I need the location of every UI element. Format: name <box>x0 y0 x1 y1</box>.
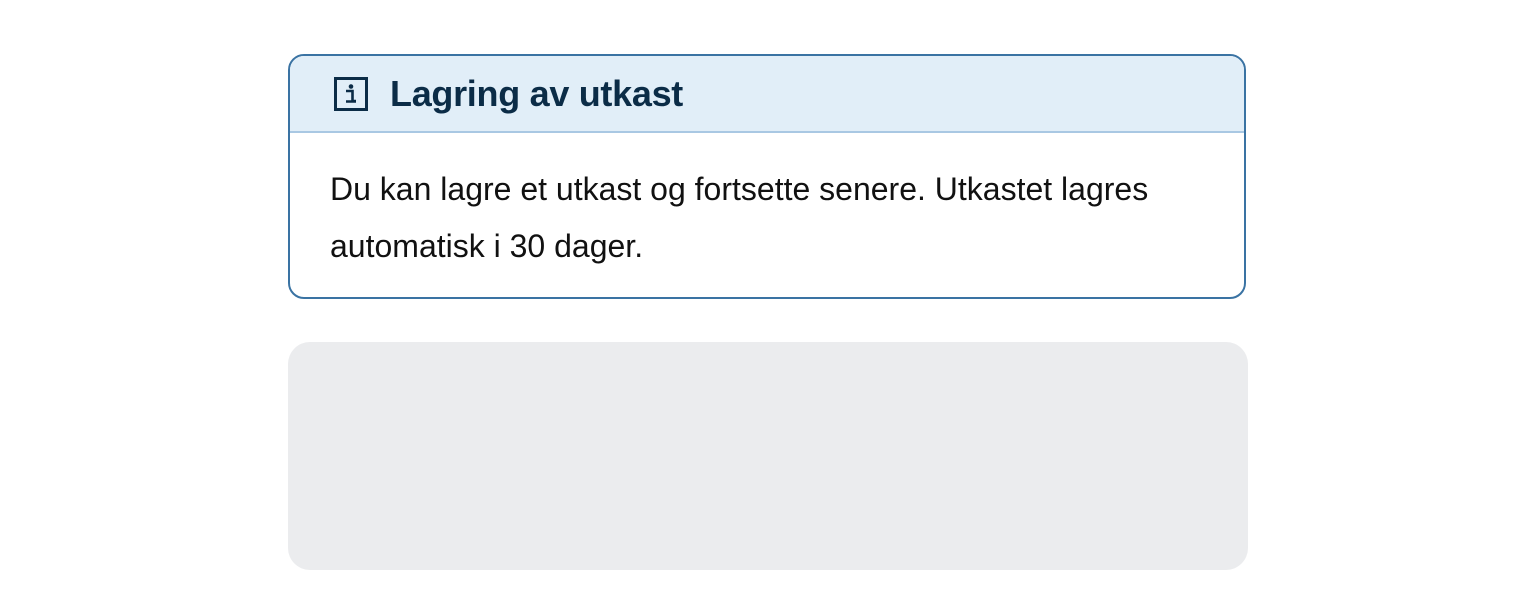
info-panel-body: Du kan lagre et utkast og fortsette sene… <box>330 171 1149 264</box>
info-panel-header: Lagring av utkast <box>290 56 1244 133</box>
placeholder-card <box>288 342 1248 570</box>
info-panel: Lagring av utkast Du kan lagre et utkast… <box>288 54 1246 299</box>
info-panel-title: Lagring av utkast <box>390 72 683 114</box>
info-icon <box>334 76 368 111</box>
